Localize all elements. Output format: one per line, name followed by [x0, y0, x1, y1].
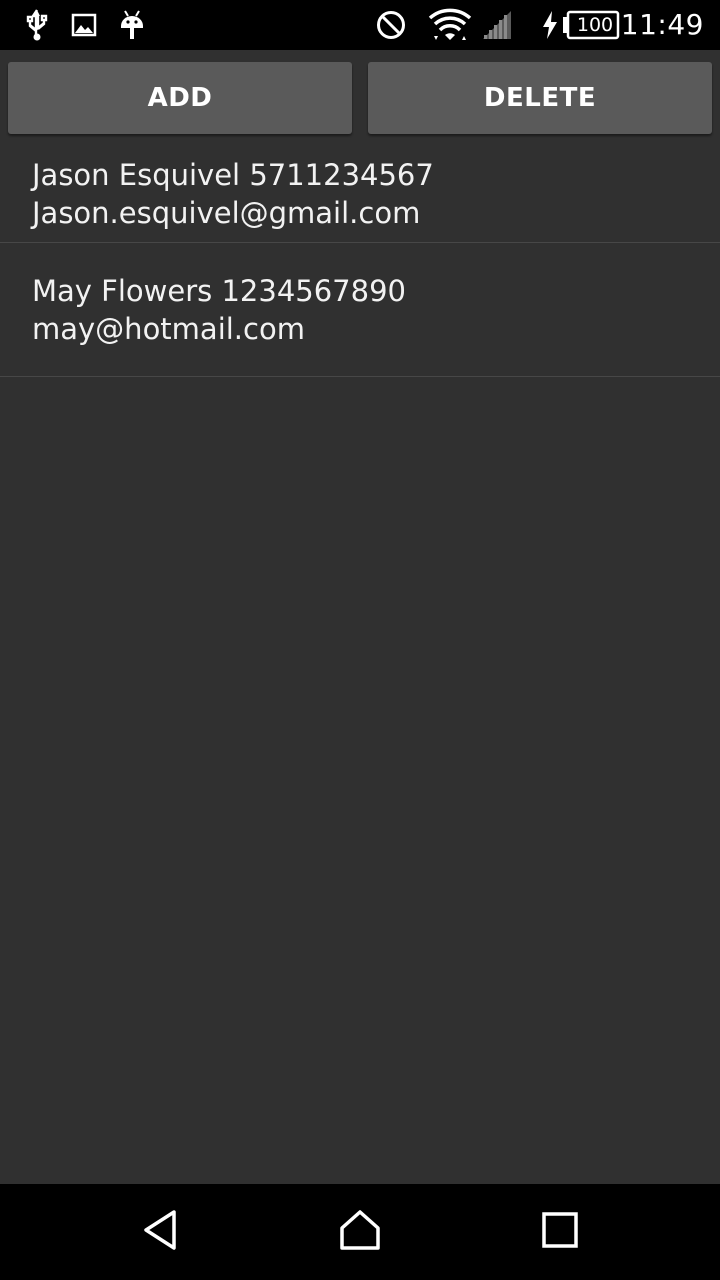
status-clock: 11:49	[620, 8, 704, 41]
contact-line-1: Jason Esquivel 5711234567	[32, 158, 434, 192]
status-bar: 100 11:49	[0, 0, 720, 50]
action-toolbar: ADD DELETE	[0, 50, 720, 142]
battery-level: 100	[576, 14, 614, 36]
recents-icon	[541, 1211, 579, 1253]
android-icon	[116, 0, 148, 50]
back-icon	[140, 1208, 180, 1256]
wifi-icon	[426, 0, 474, 50]
home-button[interactable]	[300, 1184, 420, 1280]
charging-icon	[540, 0, 560, 50]
list-item[interactable]: May Flowers 1234567890 may@hotmail.com	[0, 243, 720, 377]
navigation-bar	[0, 1184, 720, 1280]
app-screen: 100 11:49 ADD DELETE Jason Esquivel 5711…	[0, 0, 720, 1280]
cell-signal-icon	[480, 0, 514, 50]
home-icon	[338, 1208, 382, 1256]
image-icon	[70, 0, 98, 50]
battery-icon: 100	[562, 0, 620, 50]
list-item[interactable]: Jason Esquivel 5711234567 Jason.esquivel…	[0, 142, 720, 243]
contact-line-1: May Flowers 1234567890 may@hotmail.com	[32, 274, 406, 346]
delete-button[interactable]: DELETE	[368, 62, 712, 134]
usb-icon	[22, 0, 52, 50]
back-button[interactable]	[100, 1184, 220, 1280]
add-button[interactable]: ADD	[8, 62, 352, 134]
recents-button[interactable]	[500, 1184, 620, 1280]
contact-line-2: Jason.esquivel@gmail.com	[32, 196, 421, 230]
do-not-disturb-icon	[372, 0, 410, 50]
contact-list: Jason Esquivel 5711234567 Jason.esquivel…	[0, 142, 720, 377]
